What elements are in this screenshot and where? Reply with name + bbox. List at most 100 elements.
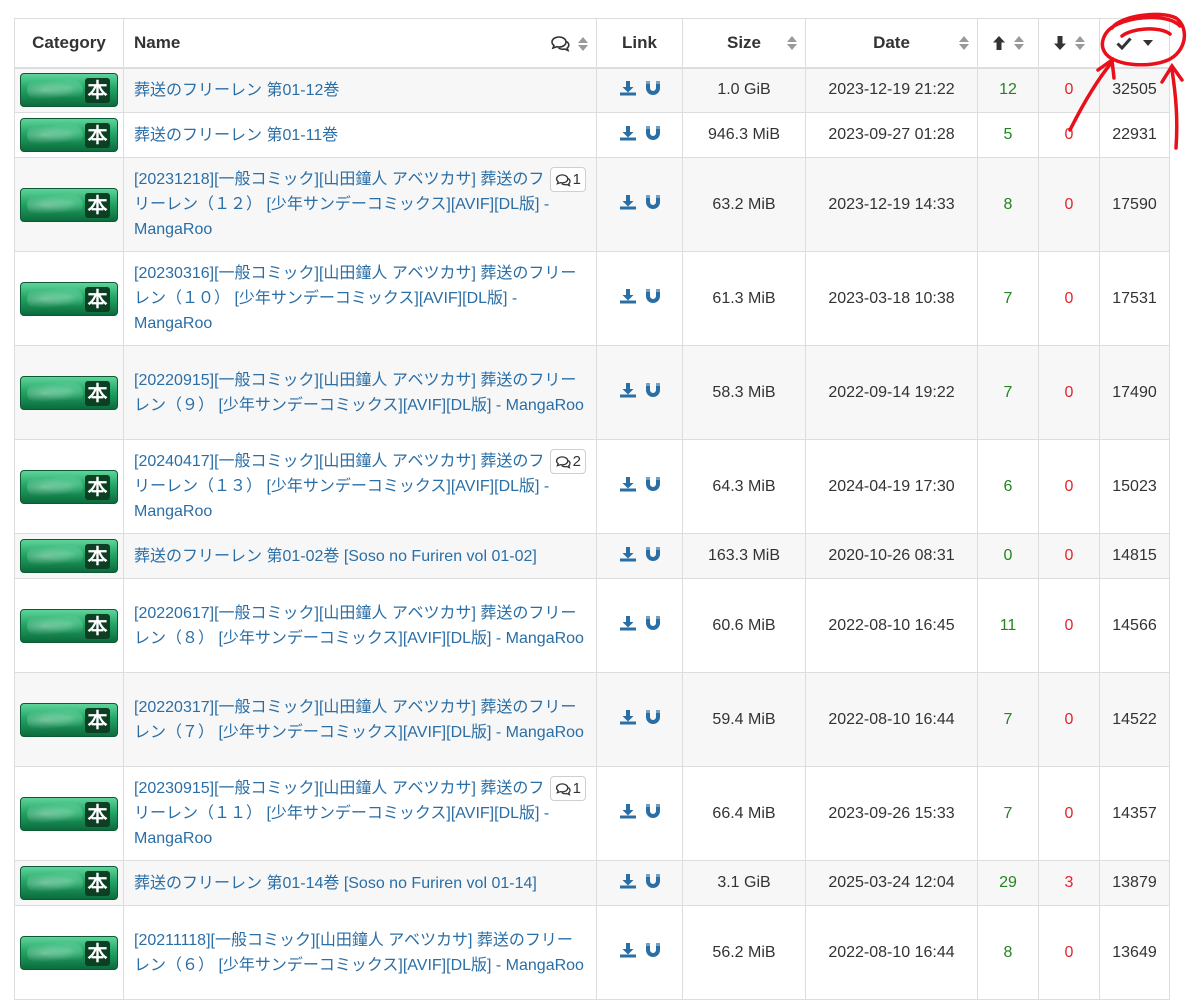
torrent-title-link[interactable]: [20240417][一般コミック][山田鐘人 アベツカサ] 葬送のフリーレン（… xyxy=(134,453,549,520)
magnet-icon[interactable] xyxy=(645,382,661,403)
magnet-icon[interactable] xyxy=(645,476,661,497)
header-date[interactable]: Date xyxy=(805,18,978,69)
magnet-icon[interactable] xyxy=(645,709,661,730)
category-badge-literature[interactable]: 本 xyxy=(20,118,118,152)
name-cell: [20220915][一般コミック][山田鐘人 アベツカサ] 葬送のフリーレン（… xyxy=(123,345,597,440)
download-icon[interactable] xyxy=(619,546,637,567)
torrent-title-link[interactable]: 葬送のフリーレン 第01-12巻 xyxy=(134,82,339,99)
seeders-cell: 7 xyxy=(977,345,1039,440)
size-cell: 63.2 MiB xyxy=(682,157,806,252)
torrent-title-link[interactable]: [20220915][一般コミック][山田鐘人 アベツカサ] 葬送のフリーレン（… xyxy=(134,372,584,414)
torrent-title-link[interactable]: [20230915][一般コミック][山田鐘人 アベツカサ] 葬送のフリーレン（… xyxy=(134,780,549,847)
table-row: 本 葬送のフリーレン 第01-12巻 1.0 GiB 2023-12-19 21… xyxy=(14,67,1170,113)
link-cell xyxy=(596,533,683,579)
size-cell: 61.3 MiB xyxy=(682,251,806,346)
torrent-title-link[interactable]: 葬送のフリーレン 第01-14巻 [Soso no Furiren vol 01… xyxy=(134,875,537,892)
header-category: Category xyxy=(14,18,124,69)
seeders-cell: 29 xyxy=(977,860,1039,906)
name-cell: [20220317][一般コミック][山田鐘人 アベツカサ] 葬送のフリーレン（… xyxy=(123,672,597,767)
magnet-icon[interactable] xyxy=(645,80,661,101)
completed-cell: 32505 xyxy=(1099,67,1170,113)
sort-comments[interactable] xyxy=(550,34,588,54)
completed-cell: 17590 xyxy=(1099,157,1170,252)
torrent-title-link[interactable]: [20230316][一般コミック][山田鐘人 アベツカサ] 葬送のフリーレン（… xyxy=(134,265,576,332)
seeders-cell: 12 xyxy=(977,67,1039,113)
category-badge-literature[interactable]: 本 xyxy=(20,608,118,643)
magnet-icon[interactable] xyxy=(645,194,661,215)
download-icon[interactable] xyxy=(619,382,637,403)
leechers-cell: 0 xyxy=(1038,157,1100,252)
download-icon[interactable] xyxy=(619,709,637,730)
date-cell: 2023-09-27 01:28 xyxy=(805,112,978,158)
download-icon[interactable] xyxy=(619,476,637,497)
magnet-icon[interactable] xyxy=(645,288,661,309)
arrow-down-icon xyxy=(1054,36,1067,51)
link-cell xyxy=(596,578,683,673)
header-leechers[interactable] xyxy=(1038,18,1100,69)
date-cell: 2024-04-19 17:30 xyxy=(805,439,978,534)
size-cell: 1.0 GiB xyxy=(682,67,806,113)
category-badge-literature[interactable]: 本 xyxy=(20,187,118,222)
torrent-title-link[interactable]: 葬送のフリーレン 第01-11巻 xyxy=(134,127,338,144)
category-cell: 本 xyxy=(14,251,124,346)
category-badge-literature[interactable]: 本 xyxy=(20,539,118,573)
seeders-cell: 8 xyxy=(977,157,1039,252)
table-row: 本 葬送のフリーレン 第01-14巻 [Soso no Furiren vol … xyxy=(14,860,1170,906)
header-name[interactable]: Name xyxy=(123,18,597,69)
comments-icon xyxy=(555,171,573,188)
category-badge-literature[interactable]: 本 xyxy=(20,375,118,410)
category-badge-literature[interactable]: 本 xyxy=(20,73,118,108)
comments-count-badge[interactable]: 1 xyxy=(549,776,586,801)
badge-artwork xyxy=(27,545,83,567)
header-completed[interactable] xyxy=(1099,18,1170,69)
magnet-icon[interactable] xyxy=(645,125,661,146)
category-badge-literature[interactable]: 本 xyxy=(20,281,118,316)
magnet-icon[interactable] xyxy=(645,546,661,567)
torrent-title-link[interactable]: 葬送のフリーレン 第01-02巻 [Soso no Furiren vol 01… xyxy=(134,548,537,565)
checkmark-icon xyxy=(1116,37,1132,51)
category-cell: 本 xyxy=(14,157,124,252)
download-icon[interactable] xyxy=(619,194,637,215)
magnet-icon[interactable] xyxy=(645,873,661,894)
badge-kanji: 本 xyxy=(85,123,110,148)
torrent-title-link[interactable]: [20220317][一般コミック][山田鐘人 アベツカサ] 葬送のフリーレン（… xyxy=(134,699,584,741)
link-cell xyxy=(596,112,683,158)
sort-arrows-icon xyxy=(959,35,969,51)
download-icon[interactable] xyxy=(619,615,637,636)
date-cell: 2022-08-10 16:45 xyxy=(805,578,978,673)
badge-artwork xyxy=(27,79,83,102)
category-badge-literature[interactable]: 本 xyxy=(20,469,118,504)
category-badge-literature[interactable]: 本 xyxy=(20,866,118,900)
header-date-label: Date xyxy=(873,32,910,52)
leechers-cell: 0 xyxy=(1038,67,1100,113)
badge-artwork xyxy=(27,475,83,498)
category-badge-literature[interactable]: 本 xyxy=(20,796,118,831)
magnet-icon[interactable] xyxy=(645,615,661,636)
torrent-list: Category Name Link Size Date 本 葬送のフリーレン … xyxy=(14,18,1170,1000)
arrow-up-icon xyxy=(993,36,1006,51)
size-cell: 946.3 MiB xyxy=(682,112,806,158)
download-icon[interactable] xyxy=(619,803,637,824)
magnet-icon[interactable] xyxy=(645,803,661,824)
header-seeders[interactable] xyxy=(977,18,1039,69)
seeders-cell: 11 xyxy=(977,578,1039,673)
comments-count-badge[interactable]: 1 xyxy=(549,167,586,192)
badge-artwork xyxy=(27,708,83,731)
badge-artwork xyxy=(27,124,83,146)
torrent-title-link[interactable]: [20220617][一般コミック][山田鐘人 アベツカサ] 葬送のフリーレン（… xyxy=(134,605,584,647)
category-cell: 本 xyxy=(14,533,124,579)
comments-icon xyxy=(555,780,573,797)
header-size[interactable]: Size xyxy=(682,18,806,69)
date-cell: 2023-12-19 21:22 xyxy=(805,67,978,113)
comments-icon xyxy=(555,453,573,470)
torrent-title-link[interactable]: [20231218][一般コミック][山田鐘人 アベツカサ] 葬送のフリーレン（… xyxy=(134,171,549,238)
seeders-cell: 5 xyxy=(977,112,1039,158)
download-icon[interactable] xyxy=(619,80,637,101)
comments-count-badge[interactable]: 2 xyxy=(549,449,586,474)
name-cell: [20220617][一般コミック][山田鐘人 アベツカサ] 葬送のフリーレン（… xyxy=(123,578,597,673)
download-icon[interactable] xyxy=(619,873,637,894)
download-icon[interactable] xyxy=(619,288,637,309)
category-badge-literature[interactable]: 本 xyxy=(20,702,118,737)
completed-cell: 14522 xyxy=(1099,672,1170,767)
download-icon[interactable] xyxy=(619,125,637,146)
